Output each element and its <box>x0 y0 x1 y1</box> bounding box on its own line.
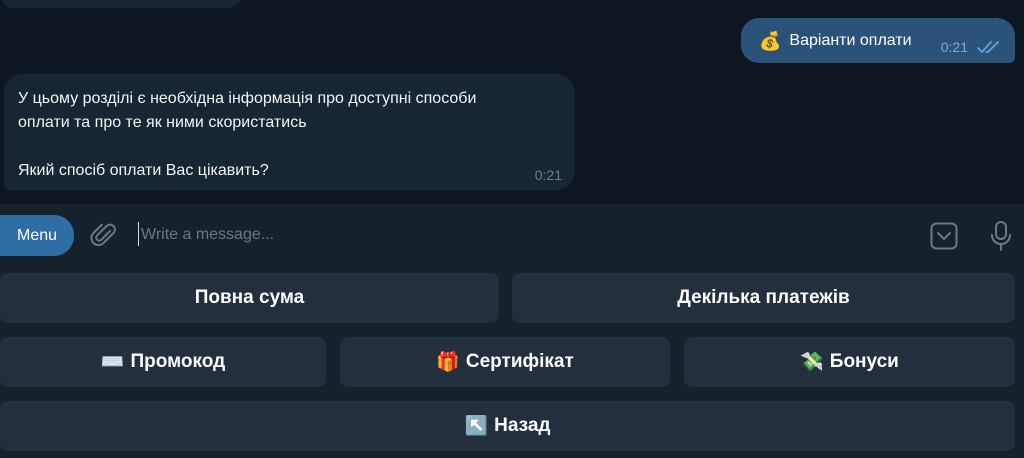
promocode-button[interactable]: ⌨️ Промокод <box>0 337 326 387</box>
certificate-label: Сертифікат <box>465 351 574 372</box>
money-wings-emoji: 💸 <box>800 351 824 373</box>
incoming-message-time: 0:21 <box>534 167 562 183</box>
message-input[interactable] <box>141 220 901 250</box>
bonuses-label: Бонуси <box>829 351 899 372</box>
outgoing-message-time: 0:21 <box>940 39 968 55</box>
money-bag-emoji: 💰 <box>759 30 782 51</box>
installments-label: Декілька платежів <box>677 287 850 308</box>
microphone-icon[interactable] <box>989 220 1013 252</box>
arrow-up-left-emoji: ↖️ <box>464 415 489 437</box>
bonuses-button[interactable]: 💸 Бонуси <box>684 337 1015 387</box>
menu-button[interactable]: Menu <box>0 215 74 256</box>
outgoing-message-text: Варіанти оплати <box>789 31 912 49</box>
outgoing-message[interactable]: 💰 Варіанти оплати 0:21 <box>741 18 1015 63</box>
full-amount-button[interactable]: Повна сума <box>0 273 499 323</box>
bot-reply-keyboard: Повна сума Декілька платежів ⌨️ Промокод… <box>0 266 1024 458</box>
incoming-message-line: У цьому розділі є необхідна інформація п… <box>18 90 477 107</box>
incoming-message-line: Який спосіб оплати Вас цікавить? <box>18 162 269 179</box>
keyboard-emoji: ⌨️ <box>100 351 125 373</box>
message-composer: Menu <box>0 204 1024 266</box>
back-button[interactable]: ↖️ Назад <box>0 401 1015 451</box>
certificate-button[interactable]: 🎁 Сертифікат <box>340 337 670 387</box>
keyboard-toggle-icon[interactable] <box>930 222 958 250</box>
incoming-message[interactable]: У цьому розділі є необхідна інформація п… <box>4 74 575 190</box>
paperclip-icon[interactable] <box>90 222 118 250</box>
incoming-message-line: оплати та про те як ними скористатись <box>18 114 307 131</box>
installments-button[interactable]: Декілька платежів <box>512 273 1015 323</box>
back-label: Назад <box>494 415 551 436</box>
full-amount-label: Повна сума <box>194 287 305 308</box>
previous-message-bubble <box>0 0 242 8</box>
gift-emoji: 🎁 <box>436 351 460 373</box>
read-checkmarks-icon <box>977 41 999 53</box>
chat-area: 💰 Варіанти оплати 0:21 У цьому розділі є… <box>0 0 1024 204</box>
promocode-label: Промокод <box>130 351 226 372</box>
text-cursor <box>138 222 139 246</box>
